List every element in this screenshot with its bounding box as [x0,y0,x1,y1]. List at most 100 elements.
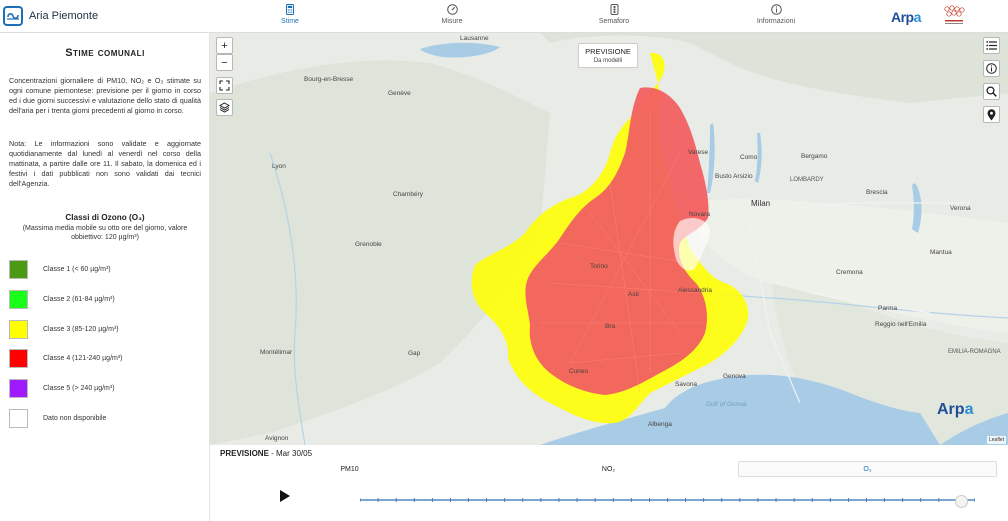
app-title: Aria Piemonte [29,10,99,22]
list-button[interactable] [983,37,1000,54]
map-label-geneva: Genève [388,90,411,97]
timeline-handle[interactable] [955,495,968,508]
tab-semaforo-label: Semaforo [598,18,630,25]
layers-button[interactable] [216,99,233,116]
sidebar-note: Nota: Le informazioni sono validate e ag… [9,139,201,188]
legend-swatch [9,289,28,309]
legend-label: Classe 3 (85-120 µg/m³) [43,325,119,333]
forecast-badge-title: PREVISIONE [585,47,631,56]
layers-icon [219,102,230,113]
map-label-milan: Milan [751,199,771,208]
tab-informazioni-label: Informazioni [756,18,796,25]
timeline-slider[interactable] [360,495,975,505]
map-basemap [210,33,1008,445]
legend-item: Classe 4 (121-240 µg/m³) [9,348,123,368]
tab-o3[interactable]: O₃ [738,461,997,477]
map-label-reggio: Reggio nell'Emilia [875,321,927,328]
tab-informazioni[interactable]: Informazioni [731,4,821,25]
arpa-logo-text-end: a [913,9,922,25]
app-brand[interactable]: Aria Piemonte [3,6,98,26]
legend-item: Dato non disponibile [9,408,106,428]
map-label-cuneo: Cuneo [569,368,589,375]
legend-item: Classe 5 (> 240 µg/m³) [9,378,115,398]
legend-subtitle: (Massima media mobile su otto ore del gi… [22,225,188,241]
legend-item: Classe 1 (< 60 µg/m³) [9,259,111,279]
map-search-button[interactable] [983,83,1000,100]
regione-piemonte-logo[interactable] [940,4,968,28]
legend-item: Classe 2 (61-84 µg/m³) [9,289,115,309]
map-label-lausanne: Lausanne [460,35,489,42]
tab-stime[interactable]: Stime [245,4,335,25]
fullscreen-icon [219,80,230,91]
legend-label: Classe 4 (121-240 µg/m³) [43,354,123,362]
info-circle-icon [986,63,997,74]
arpa-logo[interactable]: Arpa [891,9,921,25]
search-icon [986,86,997,97]
map-label-gap: Gap [408,350,421,357]
map-label-albenga: Albenga [648,421,672,428]
list-icon [986,41,997,50]
legend-label: Classe 5 (> 240 µg/m³) [43,384,115,392]
map-label-bergamo: Bergamo [801,153,828,160]
arpa-map-logo: Arpa [937,401,973,419]
map-label-lyon: Lyon [272,163,286,170]
top-bar: Aria Piemonte Stime Misure Semaforo Info… [0,0,1008,33]
map-label-montelimar: Montélimar [260,349,293,356]
tab-semaforo[interactable]: Semaforo [569,4,659,25]
map-label-brescia: Brescia [866,189,888,196]
map-pin-icon [987,108,996,120]
tab-misure[interactable]: Misure [407,4,497,25]
info-icon [731,4,821,16]
legend-swatch [9,259,28,279]
arpa-map-logo-text: Arp [937,401,965,418]
sidebar-title: Stime comunali [65,47,145,59]
legend-swatch [9,319,28,339]
forecast-badge: PREVISIONE Da modelli [578,43,638,68]
map-label-lombardy: LOMBARDY [790,177,824,183]
forecast-date: - Mar 30/05 [268,449,313,458]
zoom-in-button[interactable]: + [216,37,233,54]
tab-pm10[interactable]: PM10 [220,461,479,477]
fullscreen-button[interactable] [216,77,233,94]
pollutant-tabs: PM10 NO₂ O₃ [220,461,997,477]
map-label-asti: Asti [628,291,639,298]
sidebar-intro: Concentrazioni giornaliere di PM10, NO₂ … [9,76,201,115]
zoom-out-button[interactable]: − [216,54,233,71]
forecast-badge-subtitle: Da modelli [593,58,623,64]
map-label-grenoble: Grenoble [355,241,382,248]
map-label-bra: Bra [605,323,616,330]
map-label-chambery: Chambéry [393,191,423,198]
map-view[interactable]: Lausanne Genève Lyon Chambéry Grenoble B… [210,33,1008,445]
legend-label: Classe 1 (< 60 µg/m³) [43,265,111,273]
timeline-panel: PREVISIONE - Mar 30/05 PM10 NO₂ O₃ [210,445,1008,521]
map-label-parma: Parma [878,305,898,312]
map-label-busto: Busto Arsizio [715,173,753,180]
map-info-button[interactable] [983,60,1000,77]
play-button[interactable] [280,490,290,502]
tab-no2[interactable]: NO₂ [479,461,738,477]
map-label-alessandria: Alessandria [678,287,712,294]
locate-button[interactable] [983,106,1000,123]
map-label-genova: Genova [723,373,746,380]
legend-swatch [9,378,28,398]
traffic-light-icon [569,4,659,16]
forecast-date-title: PREVISIONE - Mar 30/05 [220,449,312,458]
legend-label: Classe 2 (61-84 µg/m³) [43,295,115,303]
map-label-gulf: Gulf of Genoa [706,401,747,408]
map-label-savona: Savona [675,381,698,388]
map-label-mantua: Mantua [930,249,952,256]
map-label-novara: Novara [689,211,710,218]
map-label-verona: Verona [950,205,971,212]
map-label-cremona: Cremona [836,269,863,276]
app-logo-icon [3,6,23,26]
forecast-mode: PREVISIONE [220,449,269,458]
legend-title: Classi di Ozono (O₃) [65,213,145,222]
tab-stime-label: Stime [281,18,299,25]
legend-swatch [9,348,28,368]
map-label-varese: Varese [688,149,709,156]
map-label-avignon: Avignon [265,435,289,442]
map-label-emilia: EMILIA-ROMAGNA [948,349,1001,355]
map-attribution[interactable]: Leaflet [986,436,1006,444]
legend-swatch [9,408,28,428]
map-label-torino: Torino [590,263,608,270]
